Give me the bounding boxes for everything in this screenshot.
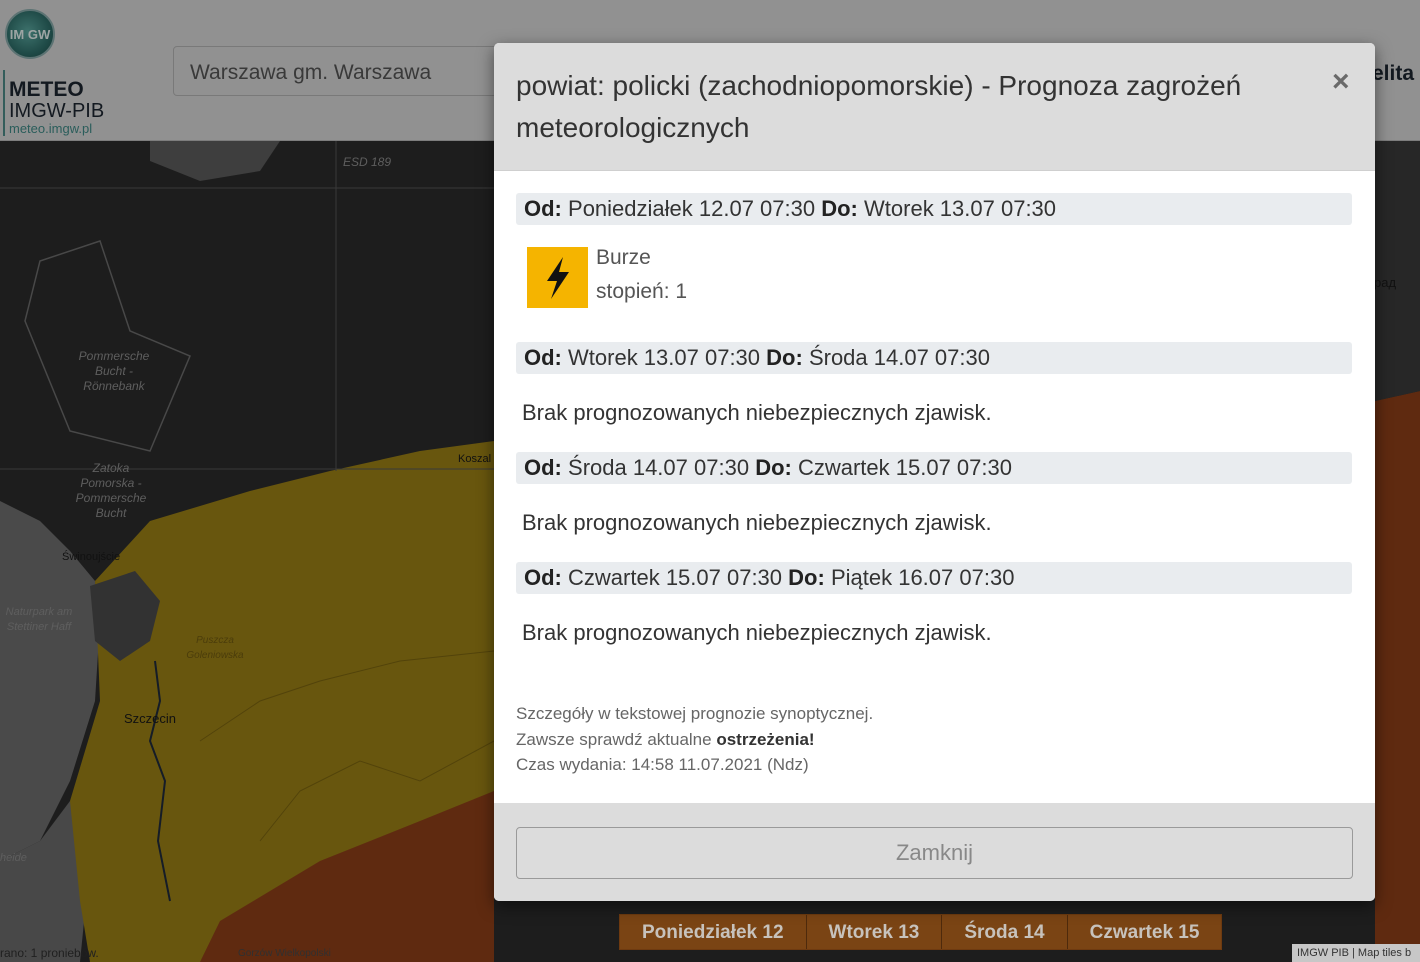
no-hazard-text: Brak prognozowanych niebezpiecznych zjaw… [522, 620, 992, 645]
period-to: Czwartek 15.07 07:30 [797, 455, 1012, 480]
period-from: Wtorek 13.07 07:30 [568, 345, 761, 370]
no-hazard-text: Brak prognozowanych niebezpiecznych zjaw… [522, 510, 992, 535]
close-icon[interactable]: × [1332, 67, 1350, 97]
map-footer-left: rano: 1 proniebów. [0, 946, 99, 960]
period-bar-1: Od: Poniedziałek 12.07 07:30 Do: Wtorek … [516, 193, 1352, 225]
to-label: Do: [755, 455, 792, 480]
period-from: Środa 14.07 07:30 [568, 455, 750, 480]
day-button-tuesday[interactable]: Wtorek 13 [807, 915, 943, 949]
check-warnings-note: Zawsze sprawdź aktualne ostrzeżenia! [516, 730, 815, 750]
issue-time: Czas wydania: 14:58 11.07.2021 (Ndz) [516, 755, 809, 774]
modal-footer: Zamknij [494, 803, 1375, 901]
from-label: Od: [524, 455, 562, 480]
modal-title: powiat: policki (zachodniopomorskie) - P… [516, 70, 1242, 143]
period-to: Środa 14.07 07:30 [808, 345, 990, 370]
period-from: Poniedziałek 12.07 07:30 [568, 196, 816, 221]
details-note: Szczegóły w tekstowej prognozie synoptyc… [516, 704, 874, 723]
map-footer-city: Gorzów Wielkopolski [238, 948, 331, 959]
from-label: Od: [524, 345, 562, 370]
to-label: Do: [821, 196, 858, 221]
from-label: Od: [524, 196, 562, 221]
hazard-name: Burze [596, 246, 651, 269]
period-to: Wtorek 13.07 07:30 [864, 196, 1057, 221]
day-button-monday[interactable]: Poniedziałek 12 [620, 915, 807, 949]
period-bar-2: Od: Wtorek 13.07 07:30 Do: Środa 14.07 0… [516, 342, 1352, 374]
check-warnings-prefix: Zawsze sprawdź aktualne [516, 730, 712, 749]
day-button-thursday[interactable]: Czwartek 15 [1068, 915, 1222, 949]
map-attribution[interactable]: IMGW PIB | Map tiles b [1292, 944, 1420, 962]
hazard-level: stopień: 1 [596, 280, 688, 303]
modal-header: powiat: policki (zachodniopomorskie) - P… [494, 43, 1375, 171]
forecast-modal: powiat: policki (zachodniopomorskie) - P… [494, 43, 1375, 901]
warnings-link[interactable]: ostrzeżenia! [716, 730, 814, 749]
close-button[interactable]: Zamknij [516, 827, 1353, 879]
period-bar-4: Od: Czwartek 15.07 07:30 Do: Piątek 16.0… [516, 562, 1352, 594]
day-button-wednesday[interactable]: Środa 14 [942, 915, 1068, 949]
lightning-icon [527, 247, 588, 308]
day-selector: Poniedziałek 12 Wtorek 13 Środa 14 Czwar… [619, 914, 1223, 950]
to-label: Do: [788, 565, 825, 590]
period-from: Czwartek 15.07 07:30 [568, 565, 783, 590]
to-label: Do: [766, 345, 803, 370]
no-hazard-text: Brak prognozowanych niebezpiecznych zjaw… [522, 400, 992, 425]
from-label: Od: [524, 565, 562, 590]
period-to: Piątek 16.07 07:30 [830, 565, 1015, 590]
period-bar-3: Od: Środa 14.07 07:30 Do: Czwartek 15.07… [516, 452, 1352, 484]
